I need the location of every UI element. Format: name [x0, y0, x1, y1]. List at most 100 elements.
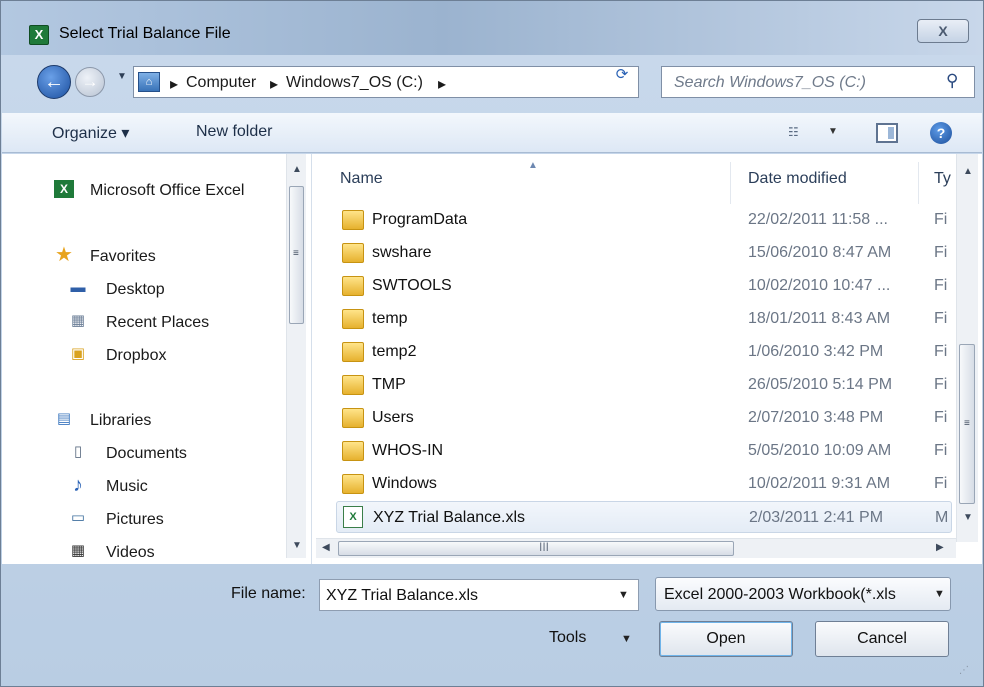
- scroll-right-icon[interactable]: ▶: [936, 542, 944, 553]
- sidebar-item-recent-places[interactable]: ▦ Recent Places: [2, 308, 287, 338]
- file-type-filter-value: Excel 2000-2003 Workbook(*.xls: [664, 586, 896, 603]
- close-button[interactable]: X: [917, 19, 969, 43]
- help-icon[interactable]: ?: [930, 122, 952, 144]
- file-date-modified: 5/05/2010 10:09 AM: [748, 442, 892, 459]
- view-options-dropdown-icon[interactable]: ▼: [828, 126, 838, 137]
- computer-icon: ⌂: [138, 72, 160, 92]
- pictures-icon: ▭: [70, 509, 86, 526]
- address-bar[interactable]: ⌂ ▸ Computer ▸ Windows7_OS (C:) ▸ ▼: [133, 66, 733, 98]
- file-name-input[interactable]: XYZ Trial Balance.xls ▼: [319, 579, 639, 611]
- file-name: Users: [372, 409, 414, 426]
- file-row-swshare[interactable]: swshare 15/06/2010 8:47 AM Fi: [336, 237, 952, 269]
- sidebar-item-desktop[interactable]: ▬ Desktop: [2, 275, 287, 305]
- refresh-icon[interactable]: ⟳: [607, 62, 637, 88]
- file-type: M: [935, 509, 949, 526]
- organize-button[interactable]: Organize ▾: [52, 123, 129, 143]
- sidebar-item-label: Videos: [106, 544, 155, 561]
- folder-icon: [342, 276, 364, 296]
- file-row-whos-in[interactable]: WHOS-IN 5/05/2010 10:09 AM Fi: [336, 435, 952, 467]
- tools-dropdown-icon[interactable]: ▼: [621, 633, 632, 645]
- scroll-down-icon[interactable]: ▼: [292, 540, 302, 551]
- column-header-name[interactable]: Name: [340, 170, 383, 188]
- file-list-horizontal-scrollbar[interactable]: ◀ III ▶: [316, 538, 956, 558]
- sort-ascending-icon: ▲: [528, 160, 538, 171]
- cancel-button[interactable]: Cancel: [815, 621, 949, 657]
- sidebar-item-favorites[interactable]: ★ Favorites: [2, 242, 287, 272]
- file-name: SWTOOLS: [372, 277, 452, 294]
- library-icon: ▤: [56, 410, 72, 427]
- sidebar-item-dropbox[interactable]: ▣ Dropbox: [2, 341, 287, 371]
- scroll-up-icon[interactable]: ▲: [292, 164, 302, 175]
- file-type: Fi: [934, 442, 948, 459]
- column-header-type[interactable]: Ty: [934, 170, 951, 188]
- file-name: WHOS-IN: [372, 442, 444, 459]
- breadcrumb-separator[interactable]: ▸: [438, 74, 446, 94]
- file-type: Fi: [934, 376, 948, 393]
- new-folder-button[interactable]: New folder: [196, 123, 272, 141]
- file-row-temp2[interactable]: temp2 1/06/2010 3:42 PM Fi: [336, 336, 952, 368]
- breadcrumb-computer[interactable]: Computer: [186, 74, 256, 92]
- scroll-down-icon[interactable]: ▼: [963, 512, 973, 523]
- forward-arrow-icon[interactable]: →: [75, 67, 105, 97]
- sidebar-item-microsoft-office-excel[interactable]: X Microsoft Office Excel: [2, 176, 287, 206]
- back-arrow-icon[interactable]: ←: [37, 65, 71, 99]
- file-date-modified: 26/05/2010 5:14 PM: [748, 376, 893, 393]
- column-divider[interactable]: [730, 162, 731, 204]
- file-date-modified: 15/06/2010 8:47 AM: [748, 244, 892, 261]
- scroll-left-icon[interactable]: ◀: [322, 542, 330, 553]
- file-row-programdata[interactable]: ProgramData 22/02/2011 11:58 ... Fi: [336, 204, 952, 236]
- file-date-modified: 18/01/2011 8:43 AM: [748, 310, 891, 327]
- file-name: temp: [372, 310, 408, 327]
- excel-icon: X: [54, 180, 74, 198]
- dialog-footer: File name: XYZ Trial Balance.xls ▼ Excel…: [1, 567, 983, 687]
- column-divider[interactable]: [918, 162, 919, 204]
- folder-icon: [342, 408, 364, 428]
- file-name: temp2: [372, 343, 417, 360]
- excel-file-icon: X: [343, 506, 363, 528]
- resize-grip-icon[interactable]: ⋰: [959, 665, 969, 676]
- breadcrumb-separator[interactable]: ▸: [170, 74, 178, 94]
- file-name-dropdown-icon[interactable]: ▼: [618, 589, 629, 601]
- file-row-users[interactable]: Users 2/07/2010 3:48 PM Fi: [336, 402, 952, 434]
- recent-locations-dropdown-icon[interactable]: ▼: [117, 71, 127, 82]
- file-row-windows[interactable]: Windows 10/02/2011 9:31 AM Fi: [336, 468, 952, 500]
- folder-icon: [342, 375, 364, 395]
- file-list-vertical-scrollbar[interactable]: ▲ ≡ ▼: [956, 154, 978, 542]
- change-view-icon[interactable]: ☷: [788, 125, 799, 139]
- sidebar-item-label: Pictures: [106, 511, 164, 528]
- scrollbar-thumb[interactable]: III: [338, 540, 734, 556]
- file-type: Fi: [934, 244, 948, 261]
- file-type: Fi: [934, 277, 948, 294]
- breadcrumb-separator[interactable]: ▸: [270, 74, 278, 94]
- breadcrumb-drive[interactable]: Windows7_OS (C:): [286, 74, 423, 92]
- file-type: Fi: [934, 211, 948, 228]
- file-row-tmp[interactable]: TMP 26/05/2010 5:14 PM Fi: [336, 369, 952, 401]
- file-type-dropdown-icon[interactable]: ▼: [934, 588, 945, 600]
- browser-content: X Microsoft Office Excel ★ Favorites ▬ D…: [2, 154, 982, 564]
- sidebar-item-videos[interactable]: ▦ Videos: [2, 538, 287, 568]
- file-row-temp[interactable]: temp 18/01/2011 8:43 AM Fi: [336, 303, 952, 335]
- desktop-icon: ▬: [70, 279, 86, 296]
- file-row-swtools[interactable]: SWTOOLS 10/02/2010 10:47 ... Fi: [336, 270, 952, 302]
- file-row-xyz-trial-balance[interactable]: X XYZ Trial Balance.xls 2/03/2011 2:41 P…: [336, 501, 952, 533]
- sidebar-item-libraries[interactable]: ▤ Libraries: [2, 406, 287, 436]
- file-name: TMP: [372, 376, 406, 393]
- search-input[interactable]: Search Windows7_OS (C:) ⚲: [661, 66, 975, 98]
- music-icon: ♪: [73, 474, 83, 496]
- file-date-modified: 2/07/2010 3:48 PM: [748, 409, 884, 426]
- star-icon: ★: [55, 244, 73, 266]
- navigation-bar: ← → ▼ ⌂ ▸ Computer ▸ Windows7_OS (C:) ▸ …: [1, 59, 983, 103]
- sidebar-item-pictures[interactable]: ▭ Pictures: [2, 505, 287, 535]
- open-button[interactable]: Open: [659, 621, 793, 657]
- file-name: swshare: [372, 244, 432, 261]
- search-icon[interactable]: ⚲: [946, 71, 958, 91]
- preview-pane-icon[interactable]: [876, 123, 898, 143]
- file-type-filter-select[interactable]: Excel 2000-2003 Workbook(*.xls ▼: [655, 577, 951, 611]
- sidebar-item-music[interactable]: ♪ Music: [2, 472, 287, 502]
- navigation-scrollbar[interactable]: ▲ ≡ ▼: [286, 154, 306, 558]
- tools-button[interactable]: Tools: [549, 629, 586, 647]
- scroll-up-icon[interactable]: ▲: [963, 166, 973, 177]
- sidebar-item-documents[interactable]: ▯ Documents: [2, 439, 287, 469]
- file-name-value: XYZ Trial Balance.xls: [326, 587, 479, 604]
- column-header-date-modified[interactable]: Date modified: [748, 170, 847, 188]
